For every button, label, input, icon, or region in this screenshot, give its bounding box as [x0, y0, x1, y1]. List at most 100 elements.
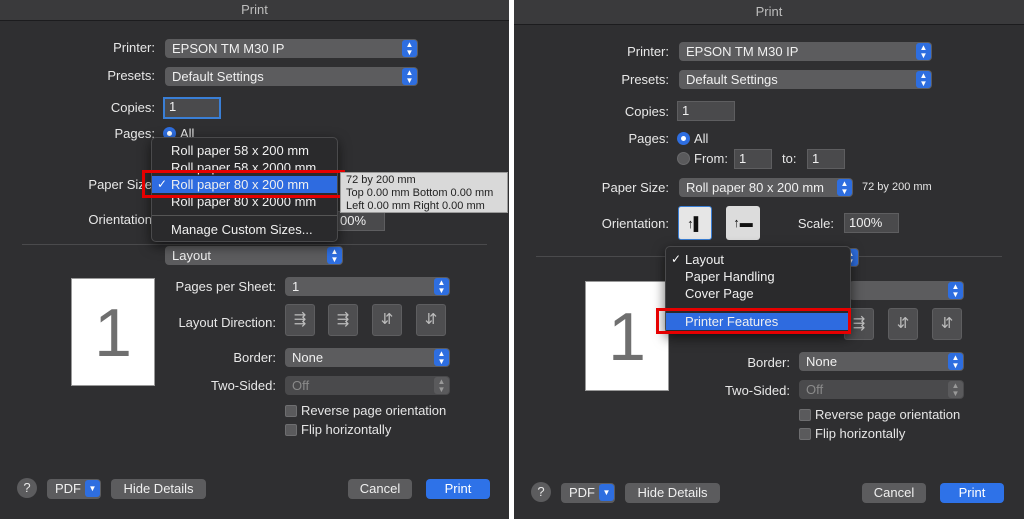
- portrait-orientation-icon[interactable]: ↑▌: [678, 206, 712, 240]
- printer-select[interactable]: EPSON TM M30 IP ▲ ▼: [165, 39, 418, 58]
- printer-label: Printer:: [113, 40, 155, 55]
- paper-size-value: Roll paper 80 x 200 mm: [686, 180, 825, 195]
- menu-item-cover-page[interactable]: Cover Page: [666, 285, 850, 302]
- menu-item-layout[interactable]: ✓ Layout: [666, 251, 850, 268]
- reverse-orientation-checkbox[interactable]: [285, 405, 297, 417]
- print-button[interactable]: Print: [940, 483, 1004, 503]
- pdf-menu-button[interactable]: PDF ▼: [47, 479, 101, 499]
- flip-horizontally-label: Flip horizontally: [301, 422, 392, 437]
- pages-from-radio[interactable]: [677, 152, 690, 165]
- border-label: Border:: [233, 350, 276, 365]
- print-button[interactable]: Print: [426, 479, 490, 499]
- chevron-updown-icon: ▲▼: [402, 68, 417, 85]
- pages-per-sheet-label: Pages per Sheet:: [175, 279, 276, 294]
- page-preview: 1: [585, 281, 669, 391]
- border-value: None: [806, 354, 838, 369]
- help-button[interactable]: ?: [17, 478, 37, 498]
- presets-select[interactable]: Default Settings ▲ ▼: [165, 67, 418, 86]
- from-label: From:: [694, 151, 728, 166]
- dialog-title: Print: [0, 0, 509, 21]
- layout-direction-reverse-z-icon[interactable]: ⇶: [328, 304, 358, 336]
- chevron-updown-icon: ▲▼: [948, 282, 963, 299]
- copies-label: Copies:: [624, 104, 669, 119]
- reverse-orientation-label: Reverse page orientation: [815, 407, 961, 422]
- layout-direction-reverse-n-icon[interactable]: ⇵: [416, 304, 446, 336]
- menu-item-roll-58x200[interactable]: Roll paper 58 x 200 mm: [152, 142, 337, 159]
- landscape-orientation-icon[interactable]: ↑▬: [726, 206, 760, 240]
- pdf-menu-button[interactable]: PDF ▼: [561, 483, 615, 503]
- cancel-button[interactable]: Cancel: [862, 483, 926, 503]
- layout-direction-reverse-n-icon[interactable]: ⇵: [932, 308, 962, 340]
- pdf-label: PDF: [569, 485, 595, 500]
- copies-field[interactable]: 1: [677, 101, 735, 121]
- printer-value: EPSON TM M30 IP: [172, 41, 285, 56]
- section-select[interactable]: Layout ▲ ▼: [165, 246, 343, 265]
- pdf-label: PDF: [55, 481, 81, 496]
- flip-horizontally-checkbox[interactable]: [285, 424, 297, 436]
- menu-separator: [152, 215, 337, 216]
- printer-select[interactable]: EPSON TM M30 IP ▲ ▼: [679, 42, 932, 61]
- flip-horizontally-label: Flip horizontally: [815, 426, 906, 441]
- pages-per-sheet-select[interactable]: 1 ▲ ▼: [285, 277, 450, 296]
- chevron-updown-icon: ▲▼: [434, 377, 449, 394]
- layout-direction-label: Layout Direction:: [178, 315, 276, 330]
- copies-label: Copies:: [110, 100, 155, 115]
- pages-all-label: All: [694, 131, 709, 146]
- paper-size-select[interactable]: Roll paper 80 x 200 mm ▲ ▼: [679, 178, 853, 197]
- chevron-down-icon: ▼: [599, 484, 614, 501]
- copies-field[interactable]: 1: [163, 97, 221, 119]
- scale-label: Scale:: [797, 216, 834, 231]
- two-sided-select[interactable]: Off ▲ ▼: [799, 380, 964, 399]
- chevron-updown-icon: ▲▼: [916, 71, 931, 88]
- two-sided-value: Off: [292, 378, 310, 393]
- scale-field[interactable]: 00%: [335, 211, 385, 231]
- pages-per-sheet-select[interactable]: ▲ ▼: [849, 281, 964, 300]
- section-value: Layout: [172, 248, 212, 263]
- presets-label: Presets:: [107, 68, 155, 83]
- chevron-updown-icon: ▲▼: [916, 43, 931, 60]
- two-sided-label: Two-Sided:: [724, 383, 790, 398]
- border-label: Border:: [747, 355, 790, 370]
- paper-size-tooltip: 72 by 200 mm Top 0.00 mm Bottom 0.00 mm …: [340, 172, 508, 213]
- to-field[interactable]: 1: [807, 149, 845, 169]
- reverse-orientation-checkbox[interactable]: [799, 409, 811, 421]
- pages-all-radio[interactable]: [677, 132, 690, 145]
- tooltip-line: Left 0.00 mm Right 0.00 mm: [346, 200, 485, 212]
- cancel-button[interactable]: Cancel: [348, 479, 412, 499]
- print-dialog-left: Print Printer: EPSON TM M30 IP ▲ ▼ Preset…: [0, 0, 509, 519]
- chevron-updown-icon: ▲▼: [948, 381, 963, 398]
- border-select[interactable]: None ▲ ▼: [799, 352, 964, 371]
- paper-size-note: 72 by 200 mm: [862, 181, 932, 193]
- flip-horizontally-checkbox[interactable]: [799, 428, 811, 440]
- presets-value: Default Settings: [172, 69, 264, 84]
- page-preview: 1: [71, 278, 155, 386]
- help-button[interactable]: ?: [531, 482, 551, 502]
- dialog-title: Print: [514, 0, 1024, 25]
- tooltip-line: 72 by 200 mm: [346, 174, 416, 186]
- hide-details-button[interactable]: Hide Details: [111, 479, 206, 499]
- paper-size-label: Paper Size:: [601, 180, 669, 195]
- presets-select[interactable]: Default Settings ▲ ▼: [679, 70, 932, 89]
- layout-direction-z-icon[interactable]: ⇶: [285, 304, 315, 336]
- two-sided-select[interactable]: Off ▲ ▼: [285, 376, 450, 395]
- hide-details-button[interactable]: Hide Details: [625, 483, 720, 503]
- pages-label: Pages:: [114, 126, 155, 141]
- layout-direction-n-icon[interactable]: ⇵: [372, 304, 402, 336]
- highlight-box: [656, 308, 851, 334]
- tooltip-line: Top 0.00 mm Bottom 0.00 mm: [346, 187, 494, 199]
- layout-direction-n-icon[interactable]: ⇵: [888, 308, 918, 340]
- menu-item-manage-custom-sizes[interactable]: Manage Custom Sizes...: [152, 221, 337, 238]
- presets-value: Default Settings: [686, 72, 778, 87]
- menu-item-label: Layout: [685, 252, 725, 267]
- from-field[interactable]: 1: [734, 149, 772, 169]
- chevron-updown-icon: ▲▼: [948, 353, 963, 370]
- menu-item-paper-handling[interactable]: Paper Handling: [666, 268, 850, 285]
- border-value: None: [292, 350, 324, 365]
- scale-field[interactable]: 100%: [844, 213, 899, 233]
- orientation-label: Orientation:: [601, 216, 669, 231]
- border-select[interactable]: None ▲ ▼: [285, 348, 450, 367]
- separator: [22, 244, 487, 245]
- printer-value: EPSON TM M30 IP: [686, 44, 799, 59]
- two-sided-label: Two-Sided:: [210, 378, 276, 393]
- chevron-updown-icon: ▲▼: [402, 40, 417, 57]
